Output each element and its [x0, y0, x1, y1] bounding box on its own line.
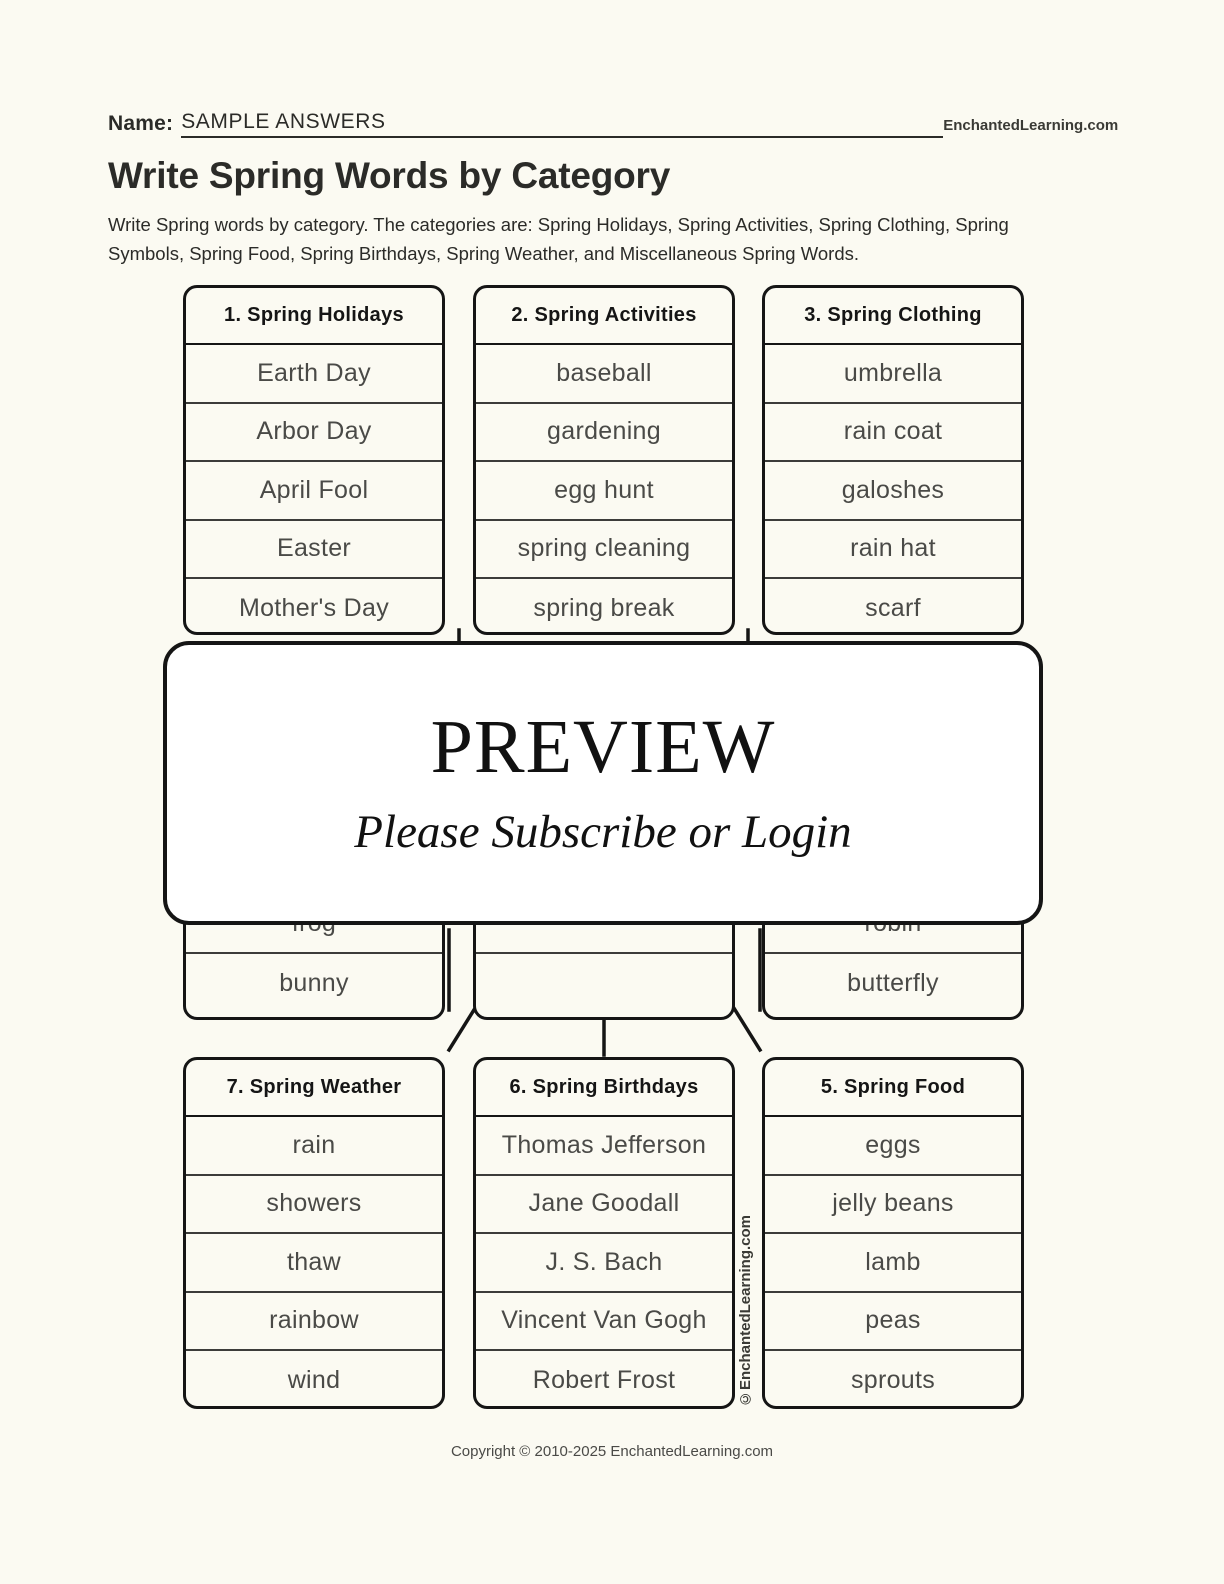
category-heading: 1. Spring Holidays [186, 288, 442, 345]
category-heading: 5. Spring Food [765, 1060, 1021, 1117]
category-box-spring-activities: 2. Spring Activities baseball gardening … [473, 285, 735, 635]
preview-overlay: PREVIEW Please Subscribe or Login [163, 641, 1043, 925]
answer-row[interactable]: Vincent Van Gogh [476, 1293, 732, 1351]
answer-row[interactable]: peas [765, 1293, 1021, 1351]
answer-row[interactable]: rain [186, 1117, 442, 1176]
category-heading: 2. Spring Activities [476, 288, 732, 345]
answer-row[interactable]: gardening [476, 404, 732, 462]
category-box-spring-weather: 7. Spring Weather rain showers thaw rain… [183, 1057, 445, 1409]
answer-row[interactable]: rain hat [765, 521, 1021, 579]
category-heading: 6. Spring Birthdays [476, 1060, 732, 1117]
answer-row[interactable]: Arbor Day [186, 404, 442, 462]
preview-subtitle[interactable]: Please Subscribe or Login [354, 807, 851, 857]
preview-title: PREVIEW [430, 705, 776, 790]
answer-row[interactable]: spring break [476, 579, 732, 632]
category-heading: 3. Spring Clothing [765, 288, 1021, 345]
answer-row[interactable]: Jane Goodall [476, 1176, 732, 1234]
answer-row[interactable]: jelly beans [765, 1176, 1021, 1234]
category-heading: 7. Spring Weather [186, 1060, 442, 1117]
answer-row[interactable]: sprouts [765, 1351, 1021, 1406]
answer-row[interactable] [476, 954, 732, 1013]
answer-row[interactable]: April Fool [186, 462, 442, 521]
answer-row[interactable]: wind [186, 1351, 442, 1406]
vertical-watermark: ©EnchantedLearning.com [737, 1215, 754, 1408]
category-box-spring-food: 5. Spring Food eggs jelly beans lamb pea… [762, 1057, 1024, 1409]
answer-row[interactable]: spring cleaning [476, 521, 732, 579]
answer-row[interactable]: butterfly [765, 954, 1021, 1013]
answer-row[interactable]: baseball [476, 345, 732, 404]
answer-row[interactable]: umbrella [765, 345, 1021, 404]
answer-row[interactable]: Robert Frost [476, 1351, 732, 1406]
answer-row[interactable]: Thomas Jefferson [476, 1117, 732, 1176]
category-box-spring-clothing: 3. Spring Clothing umbrella rain coat ga… [762, 285, 1024, 635]
answer-row[interactable]: bunny [186, 954, 442, 1013]
answer-row[interactable]: rainbow [186, 1293, 442, 1351]
category-box-spring-holidays: 1. Spring Holidays Earth Day Arbor Day A… [183, 285, 445, 635]
answer-row[interactable]: Earth Day [186, 345, 442, 404]
answer-row[interactable]: Mother's Day [186, 579, 442, 632]
answer-row[interactable]: lamb [765, 1234, 1021, 1293]
answer-row[interactable]: scarf [765, 579, 1021, 632]
answer-row[interactable]: eggs [765, 1117, 1021, 1176]
answer-row[interactable]: showers [186, 1176, 442, 1234]
answer-row[interactable]: galoshes [765, 462, 1021, 521]
answer-row[interactable]: Easter [186, 521, 442, 579]
category-box-spring-birthdays: 6. Spring Birthdays Thomas Jefferson Jan… [473, 1057, 735, 1409]
answer-row[interactable]: rain coat [765, 404, 1021, 462]
answer-row[interactable]: J. S. Bach [476, 1234, 732, 1293]
answer-row[interactable]: thaw [186, 1234, 442, 1293]
answer-row[interactable]: egg hunt [476, 462, 732, 521]
footer-copyright: Copyright © 2010-2025 EnchantedLearning.… [450, 1443, 774, 1460]
